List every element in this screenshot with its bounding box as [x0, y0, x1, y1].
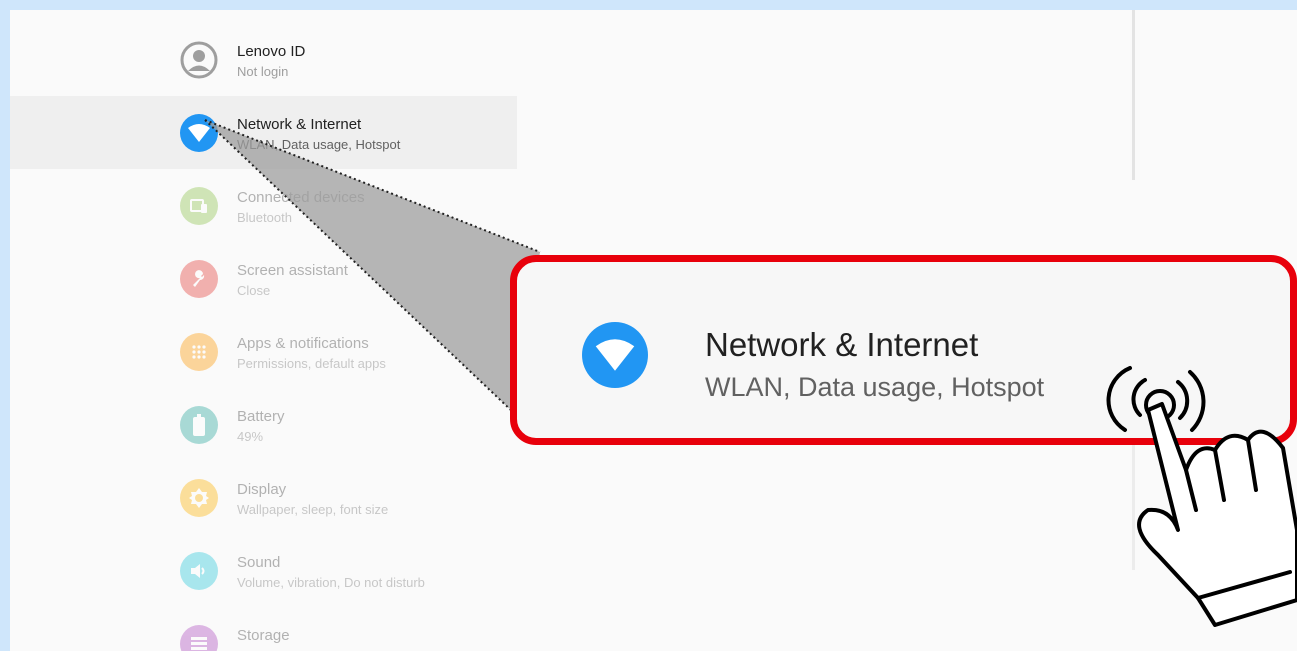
- tap-hand-icon: [1106, 366, 1297, 627]
